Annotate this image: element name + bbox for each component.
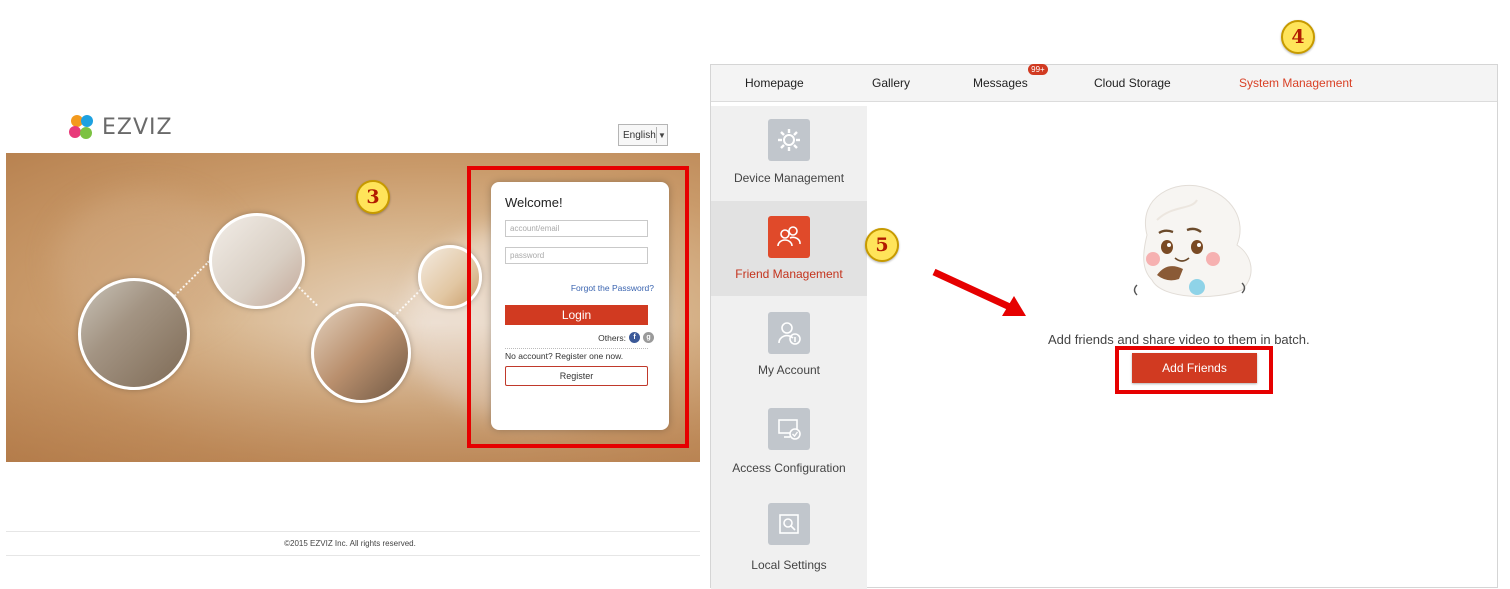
language-value: English <box>623 129 656 141</box>
mascot-illustration <box>1133 184 1252 297</box>
footer-divider <box>6 555 700 556</box>
ezviz-logo: EZVIZ <box>68 114 173 140</box>
access-config-icon <box>768 408 810 450</box>
language-select[interactable]: English ▼ <box>618 124 668 146</box>
nav-homepage[interactable]: Homepage <box>745 76 804 90</box>
gear-icon <box>768 119 810 161</box>
friends-icon <box>768 216 810 258</box>
pointer-arrow-icon <box>932 268 1026 316</box>
nav-gallery[interactable]: Gallery <box>872 76 910 90</box>
nav-messages[interactable]: Messages 99+ <box>973 64 1048 90</box>
sidebar-item-friend-management[interactable]: Friend Management <box>711 201 867 296</box>
sidebar-item-label: Access Configuration <box>732 461 846 475</box>
step-badge-5: 5 <box>865 228 899 262</box>
sidebar-item-local-settings[interactable]: Local Settings <box>711 486 867 581</box>
sidebar-item-label: Friend Management <box>735 267 843 281</box>
local-settings-icon <box>768 503 810 545</box>
sidebar-item-label: Device Management <box>733 171 845 185</box>
nav-messages-label: Messages <box>973 76 1028 90</box>
copyright-text: ©2015 EZVIZ Inc. All rights reserved. <box>284 539 416 548</box>
nav-system-management[interactable]: System Management <box>1239 76 1352 90</box>
baby-photo <box>209 213 305 309</box>
family-photo <box>311 303 411 403</box>
ezviz-logo-icon <box>69 115 93 139</box>
sidebar-item-label: My Account <box>757 363 821 377</box>
logo-text: EZVIZ <box>102 114 173 140</box>
sidebar: Device Management Friend Management My A… <box>711 106 867 589</box>
nav-cloud-storage[interactable]: Cloud Storage <box>1094 76 1171 90</box>
sidebar-item-access-configuration[interactable]: Access Configuration <box>711 391 867 486</box>
app-window: Homepage Gallery Messages 99+ Cloud Stor… <box>710 64 1498 589</box>
sidebar-item-my-account[interactable]: My Account <box>711 296 867 391</box>
sidebar-item-device-management[interactable]: Device Management <box>711 106 867 201</box>
messages-count-badge: 99+ <box>1028 64 1048 75</box>
highlight-box-add-friends <box>1115 346 1273 394</box>
store-photo <box>78 278 190 390</box>
step-badge-3: 3 <box>356 180 390 214</box>
highlight-box-login <box>467 166 689 448</box>
empty-state-message: Add friends and share video to them in b… <box>1048 332 1310 347</box>
step-badge-4: 4 <box>1281 20 1315 54</box>
account-icon <box>768 312 810 354</box>
chevron-down-icon: ▼ <box>655 127 667 143</box>
sidebar-item-label: Local Settings <box>751 558 827 572</box>
footer-divider <box>6 531 700 532</box>
top-nav: Homepage Gallery Messages 99+ Cloud Stor… <box>711 64 1497 102</box>
